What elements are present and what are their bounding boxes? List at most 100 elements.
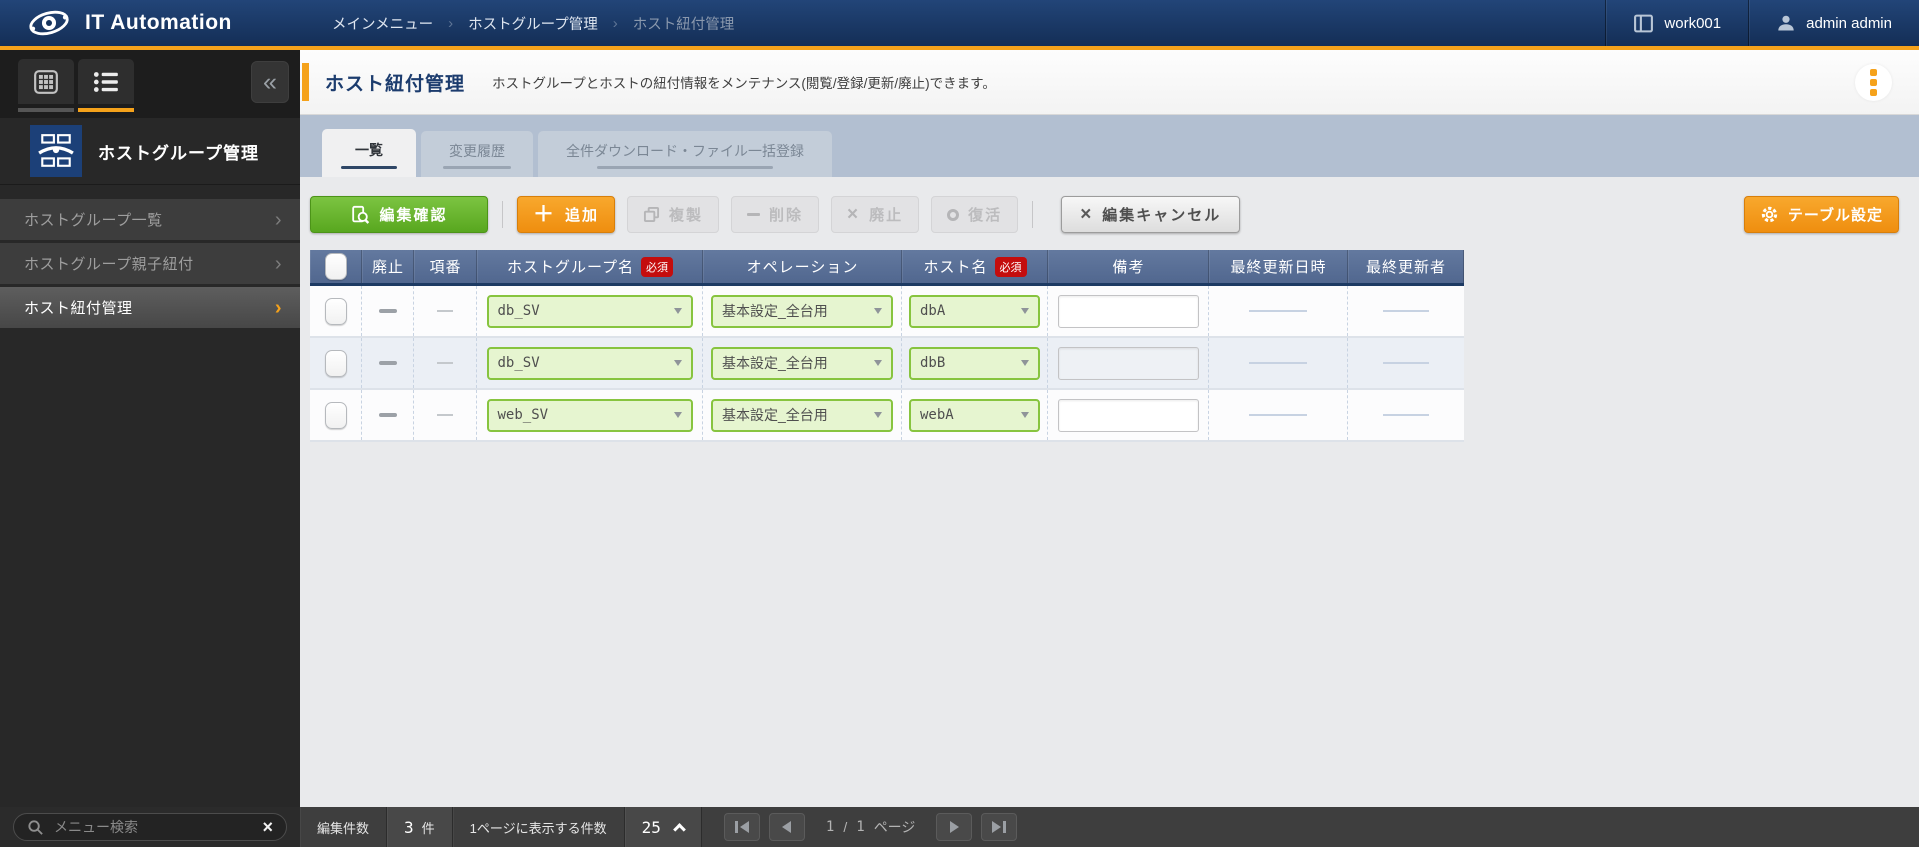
clear-search-icon[interactable]: ×	[262, 818, 273, 836]
header-accent-bar	[0, 46, 1919, 50]
hostgroup-app-icon	[30, 125, 82, 177]
chevron-right-icon: ›	[274, 208, 282, 231]
host-group-select[interactable]: db_SV	[486, 346, 693, 380]
next-page-icon	[949, 821, 959, 833]
sidebar-item-label: ホストグループ親子紐付	[24, 256, 194, 273]
duplicate-label: 複製	[669, 207, 704, 224]
vertical-dots-icon[interactable]	[1855, 64, 1892, 101]
previous-page-icon	[782, 821, 792, 833]
app-logo[interactable]: IT Automation	[0, 8, 300, 38]
user-icon	[1776, 13, 1796, 33]
breadcrumb-separator-icon: ›	[612, 14, 618, 32]
item-number-placeholder-dash	[437, 310, 453, 312]
chevron-down-icon	[673, 412, 682, 418]
select-all-checkbox[interactable]	[325, 253, 347, 280]
workspace-icon	[1633, 13, 1654, 34]
workspace-selector[interactable]: work001	[1605, 0, 1748, 46]
sidebar-item-host-link[interactable]: ホスト紐付管理 ›	[0, 287, 300, 328]
restore-label: 復活	[968, 207, 1003, 224]
toolbar-divider	[1032, 201, 1034, 228]
collapse-icon: «	[263, 68, 277, 96]
previous-page-button[interactable]	[768, 813, 805, 841]
restore-button: 復活	[931, 196, 1019, 233]
per-page-selector[interactable]: 25	[624, 807, 702, 847]
tab-change-history[interactable]: 変更履歴	[421, 131, 533, 177]
table-config-label: テーブル設定	[1787, 207, 1883, 224]
host-select[interactable]: webA	[909, 398, 1040, 432]
updated-by-placeholder	[1383, 362, 1429, 364]
host-select[interactable]: dbB	[909, 346, 1040, 380]
add-button[interactable]: ＋ 追加	[517, 196, 616, 233]
tab-strip: 一覧 変更履歴 全件ダウンロード・ファイル一括登録	[300, 115, 1919, 177]
sidebar-collapse-button[interactable]: «	[251, 61, 289, 103]
edit-table: 廃止 項番 ホストグループ名 必須 オペレーション ホスト名 必須 備考 最終更…	[310, 250, 1464, 442]
breadcrumb-hostgroup[interactable]: ホストグループ管理	[468, 13, 598, 34]
last-page-icon	[992, 821, 1002, 833]
list-menu-icon	[92, 69, 120, 95]
row-checkbox[interactable]	[324, 349, 347, 377]
page-header: ホスト紐付管理 ホストグループとホストの紐付情報をメンテナンス(閲覧/登録/更新…	[300, 50, 1919, 115]
table-header-row: 廃止 項番 ホストグループ名 必須 オペレーション ホスト名 必須 備考 最終更…	[310, 250, 1464, 286]
per-page-label: 1ページに表示する件数	[453, 807, 625, 847]
workspace-name: work001	[1664, 14, 1722, 32]
breadcrumb-separator-icon: ›	[448, 14, 454, 32]
title-accent-bar	[302, 63, 309, 101]
first-page-button[interactable]	[723, 813, 760, 841]
operation-select[interactable]: 基本設定_全台用	[711, 346, 893, 380]
pagination: 1 / 1 ページ	[723, 813, 1018, 841]
column-header-item-number: 項番	[414, 250, 477, 283]
app-logo-icon	[26, 8, 72, 38]
top-header: IT Automation メインメニュー › ホストグループ管理 › ホスト紐…	[0, 0, 1919, 46]
sidebar-tab-list-menu[interactable]	[78, 59, 134, 112]
host-group-select[interactable]: web_SV	[486, 398, 693, 432]
edit-confirm-button[interactable]: 編集確認	[310, 196, 488, 233]
required-badge: 必須	[641, 256, 674, 277]
sidebar-tab-grid-menu[interactable]	[18, 59, 74, 112]
add-label: 追加	[565, 207, 600, 224]
column-header-last-updated: 最終更新日時	[1209, 250, 1348, 283]
updated-by-placeholder	[1383, 310, 1429, 312]
sidebar-item-hostgroup-list[interactable]: ホストグループ一覧 ›	[0, 199, 300, 240]
sidebar-item-hostgroup-parent-child[interactable]: ホストグループ親子紐付 ›	[0, 243, 300, 284]
last-updated-placeholder	[1249, 362, 1307, 364]
column-header-discard: 廃止	[362, 250, 414, 283]
page-title: ホスト紐付管理	[325, 73, 466, 95]
chevron-down-icon	[874, 412, 882, 418]
note-input[interactable]	[1057, 294, 1199, 328]
header-select-all-cell	[310, 250, 362, 283]
magnifier-doc-icon	[350, 205, 370, 225]
operation-select[interactable]: 基本設定_全台用	[711, 294, 893, 328]
search-icon	[27, 819, 44, 836]
host-group-select[interactable]: db_SV	[486, 294, 693, 328]
breadcrumb-current: ホスト紐付管理	[632, 16, 735, 33]
row-checkbox[interactable]	[324, 297, 347, 325]
breadcrumb: メインメニュー › ホストグループ管理 › ホスト紐付管理	[300, 13, 734, 34]
table-row: db_SV 基本設定_全台用 dbA	[310, 286, 1464, 338]
operation-select[interactable]: 基本設定_全台用	[711, 398, 893, 432]
updated-by-placeholder	[1383, 414, 1429, 416]
note-input[interactable]	[1057, 398, 1199, 432]
note-input[interactable]	[1057, 346, 1199, 380]
user-name: admin admin	[1806, 14, 1892, 32]
tab-list[interactable]: 一覧	[322, 129, 416, 177]
last-page-button[interactable]	[981, 813, 1018, 841]
chevron-down-icon	[673, 360, 682, 366]
cancel-x-icon: ×	[1080, 204, 1094, 225]
circle-icon	[947, 208, 960, 221]
chevron-up-icon	[673, 822, 686, 836]
plus-icon: ＋	[533, 203, 556, 226]
discard-placeholder-dash	[378, 413, 397, 417]
menu-search-box: ×	[13, 813, 287, 841]
next-page-button[interactable]	[936, 813, 973, 841]
user-menu[interactable]: admin admin	[1748, 0, 1919, 46]
table-config-button[interactable]: テーブル設定	[1743, 196, 1899, 233]
column-header-note: 備考	[1048, 250, 1209, 283]
tab-download-bulk-register[interactable]: 全件ダウンロード・ファイル一括登録	[538, 131, 832, 177]
row-checkbox[interactable]	[324, 401, 347, 429]
breadcrumb-main-menu[interactable]: メインメニュー	[332, 13, 433, 34]
menu-search-input[interactable]	[54, 819, 253, 835]
sidebar-menu: ホストグループ一覧 › ホストグループ親子紐付 › ホスト紐付管理 ›	[0, 199, 300, 328]
host-select[interactable]: dbA	[909, 294, 1040, 328]
column-header-host-group: ホストグループ名 必須	[477, 250, 703, 283]
edit-cancel-button[interactable]: × 編集キャンセル	[1061, 196, 1241, 233]
